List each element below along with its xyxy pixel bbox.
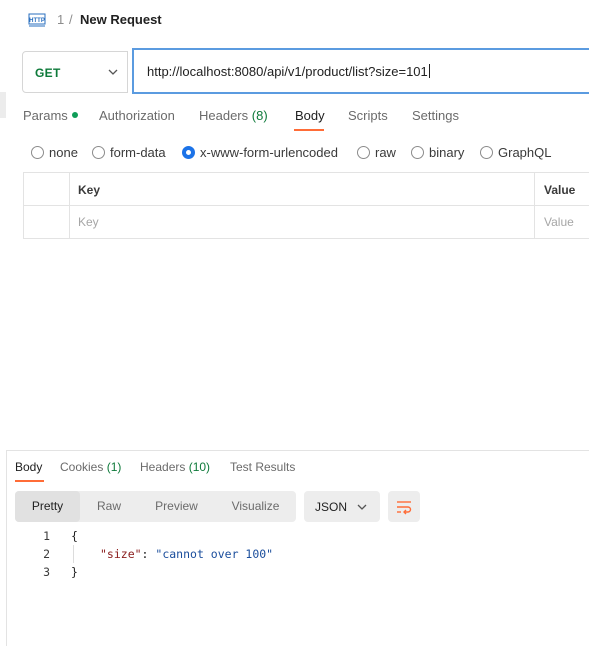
params-indicator-dot	[71, 112, 78, 118]
response-tab-cookies[interactable]: Cookies (1)	[60, 460, 121, 474]
url-input[interactable]: http://localhost:8080/api/v1/product/lis…	[132, 48, 589, 94]
text-caret	[428, 64, 430, 78]
response-tab-test-results-label: Test Results	[230, 460, 296, 474]
tab-authorization-label: Authorization	[99, 108, 175, 123]
radio-form-data-label: form-data	[110, 145, 166, 160]
response-tab-cookies-label: Cookies	[60, 460, 104, 474]
radio-circle-selected	[182, 146, 195, 159]
active-response-tab-underline	[15, 480, 44, 482]
request-title[interactable]: New Request	[80, 12, 162, 27]
key-input[interactable]: Key	[78, 215, 99, 229]
view-visualize-button[interactable]: Visualize	[215, 491, 296, 522]
radio-none-label: none	[49, 145, 78, 160]
tab-settings[interactable]: Settings	[412, 108, 459, 123]
chevron-down-icon	[108, 69, 118, 75]
response-tab-headers[interactable]: Headers (10)	[140, 460, 210, 474]
json-colon: :	[141, 547, 156, 561]
radio-circle	[357, 146, 370, 159]
view-pretty-button[interactable]: Pretty	[15, 491, 80, 522]
tab-settings-label: Settings	[412, 108, 459, 123]
url-text: http://localhost:8080/api/v1/product/lis…	[147, 64, 428, 79]
method-label: GET	[35, 66, 61, 80]
radio-urlencoded-label: x-www-form-urlencoded	[200, 145, 338, 160]
pane-border	[6, 450, 7, 646]
response-headers-count: (10)	[188, 460, 211, 474]
breadcrumb-index: 1	[57, 12, 65, 27]
wrap-lines-icon	[397, 501, 412, 515]
cookies-count: (1)	[106, 460, 122, 474]
json-value: "cannot over 100"	[155, 547, 274, 561]
view-raw-button[interactable]: Raw	[80, 491, 138, 522]
breadcrumb-separator: /	[69, 12, 73, 27]
tab-scripts[interactable]: Scripts	[348, 108, 388, 123]
view-mode-toggle: Pretty Raw Preview Visualize	[15, 491, 296, 522]
response-tab-headers-label: Headers	[140, 460, 186, 474]
indent-guide	[73, 545, 74, 563]
radio-binary-label: binary	[429, 145, 465, 160]
tab-params-label: Params	[23, 108, 68, 123]
radio-circle	[480, 146, 493, 159]
active-tab-underline	[294, 129, 324, 131]
response-tab-body-label: Body	[15, 460, 43, 474]
json-line: "size": "cannot over 100"	[100, 547, 273, 561]
format-label: JSON	[315, 500, 348, 514]
json-close-brace: }	[71, 565, 78, 579]
tab-headers[interactable]: Headers (8)	[199, 108, 268, 123]
headers-count: (8)	[251, 108, 268, 123]
response-tab-body[interactable]: Body	[15, 460, 42, 474]
response-tab-test-results[interactable]: Test Results	[230, 460, 295, 474]
format-select[interactable]: JSON	[304, 491, 380, 522]
tab-params[interactable]: Params	[23, 108, 78, 123]
radio-graphql-label: GraphQL	[498, 145, 552, 160]
chevron-down-icon	[357, 504, 367, 510]
view-preview-button[interactable]: Preview	[138, 491, 215, 522]
tab-scripts-label: Scripts	[348, 108, 388, 123]
value-column-header: Value	[544, 183, 576, 197]
params-table: Key Value Key Value	[23, 172, 589, 239]
radio-raw-label: raw	[375, 145, 396, 160]
request-header: HTTP 1 / New Request	[0, 0, 589, 40]
line-number: 3	[43, 565, 50, 579]
line-number: 1	[43, 529, 50, 543]
sidebar-edge	[0, 92, 6, 118]
radio-circle	[31, 146, 44, 159]
method-select[interactable]: GET	[22, 51, 128, 93]
tab-headers-label: Headers	[199, 108, 249, 123]
response-divider[interactable]	[6, 450, 589, 451]
line-number: 2	[43, 547, 50, 561]
radio-circle	[411, 146, 424, 159]
key-column-header: Key	[78, 183, 101, 197]
http-icon: HTTP	[28, 13, 46, 27]
tab-body-label: Body	[295, 108, 325, 123]
row-divider	[24, 205, 589, 206]
value-input[interactable]: Value	[544, 215, 574, 229]
json-open-brace: {	[71, 529, 78, 543]
json-key: "size"	[100, 547, 142, 561]
svg-text:HTTP: HTTP	[29, 18, 45, 24]
tab-body[interactable]: Body	[295, 108, 325, 123]
tab-authorization[interactable]: Authorization	[99, 108, 175, 123]
wrap-lines-button[interactable]	[388, 491, 420, 522]
radio-circle	[92, 146, 105, 159]
